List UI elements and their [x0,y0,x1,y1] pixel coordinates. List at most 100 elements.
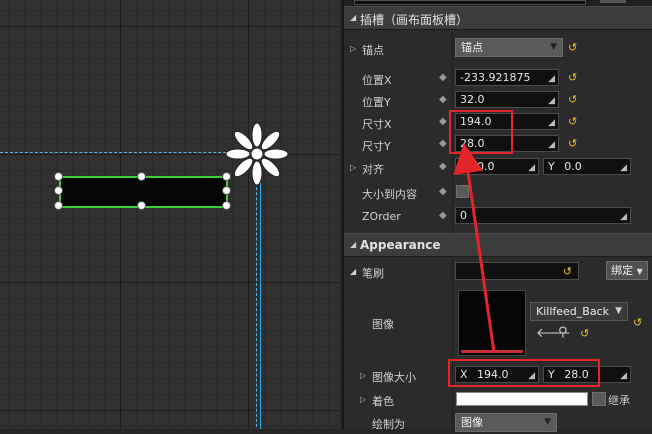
reset-to-default-icon[interactable]: ↺ [633,316,642,329]
drag-corner-icon: ◢ [620,212,627,222]
alignment-x-value: 0.0 [477,160,495,173]
position-y-value: 32.0 [460,93,485,106]
inherit-checkbox[interactable] [592,392,606,406]
resize-handle-top-left[interactable] [54,172,63,181]
draw-as-label: 绘制为 [372,418,405,431]
reset-to-default-icon[interactable]: ↺ [563,264,572,279]
anchors-dropdown[interactable]: 锚点 ▼ [455,38,563,57]
zorder-label: ZOrder [362,210,401,223]
zorder-value: 0 [460,209,467,222]
size-to-content-checkbox[interactable] [456,185,469,198]
zorder-row: ZOrder ◆ 0 ◢ [344,206,652,228]
alignment-y-input[interactable]: Y 0.0 ◢ [543,158,631,175]
alignment-x-letter: X [460,160,468,173]
drag-corner-icon: ◢ [548,74,555,84]
drag-corner-icon: ◢ [528,163,535,173]
binding-diamond-icon[interactable]: ◆ [439,161,447,172]
collapse-triangle-icon: ◢ [350,240,357,249]
drag-corner-icon: ◢ [548,140,555,150]
image-label: 图像 [372,318,394,331]
designer-canvas[interactable] [0,0,340,429]
draw-as-dropdown[interactable]: 图像 ▼ [455,413,557,432]
resize-handle-left[interactable] [54,186,63,195]
reset-to-default-icon[interactable]: ↺ [568,115,577,128]
bind-button-label: 绑定 [611,264,634,277]
image-asset-name: Killfeed_Back [536,305,609,318]
dropdown-arrow-icon: ▼ [615,306,622,316]
size-x-label: 尺寸X [362,118,392,131]
size-to-content-row: 大小到内容 ◆ [344,182,652,204]
appearance-section-header[interactable]: ◢ Appearance [344,233,652,257]
alignment-row: ▷ 对齐 ◆ X 0.0 ◢ Y 0.0 ◢ [344,157,652,179]
draw-as-row: 绘制为 图像 ▼ [344,412,652,434]
binding-diamond-icon[interactable]: ◆ [439,72,447,83]
brush-label: 笔刷 [362,267,384,280]
slot-section-header[interactable]: ◢ 插槽（画布面板槽） [344,6,652,30]
image-size-highlight-box [448,359,600,387]
brush-binding-field[interactable]: ↺ [455,262,579,280]
resize-handle-bottom-left[interactable] [54,201,63,210]
section-title: 插槽（画布面板槽） [360,13,469,27]
anchor-flower-icon[interactable] [224,120,290,188]
dropdown-arrow-icon: ▼ [636,267,643,276]
anchors-label: 锚点 [362,44,384,57]
canvas-border-line [260,182,261,429]
brush-row: ◢ 笔刷 ↺ 绑定 ▼ [344,261,652,283]
layout-guide-horizontal [0,152,256,153]
binding-diamond-icon[interactable]: ◆ [439,210,447,221]
position-x-input[interactable]: -233.921875 ◢ [455,69,559,86]
zorder-input[interactable]: 0 ◢ [455,207,631,224]
size-to-content-label: 大小到内容 [362,188,417,201]
resize-handle-top[interactable] [137,172,146,181]
size-highlight-box [449,110,513,154]
image-asset-picker[interactable]: Killfeed_Back ▼ [530,302,628,321]
reset-to-default-icon[interactable]: ↺ [580,327,589,340]
resize-handle-bottom-right[interactable] [222,201,231,210]
draw-as-value: 图像 [461,416,483,429]
drag-corner-icon: ◢ [620,371,627,381]
anchors-value: 锚点 [461,41,483,54]
reset-to-default-icon[interactable]: ↺ [568,71,577,84]
bind-button[interactable]: 绑定 ▼ [606,261,648,280]
collapse-triangle-icon: ◢ [350,13,357,22]
alignment-x-input[interactable]: X 0.0 ◢ [455,158,539,175]
binding-diamond-icon[interactable]: ◆ [439,116,447,127]
alignment-label: 对齐 [362,163,384,176]
drag-corner-icon: ◢ [548,118,555,128]
dropdown-arrow-icon: ▼ [544,417,551,427]
expand-arrow-icon[interactable]: ▷ [360,395,366,404]
drag-corner-icon: ◢ [620,163,627,173]
binding-diamond-icon[interactable]: ◆ [439,138,447,149]
collapse-triangle-icon[interactable]: ◢ [350,267,356,276]
expand-arrow-icon[interactable]: ▷ [350,163,356,172]
alignment-y-letter: Y [548,160,555,173]
details-panel: ◢ 插槽（画布面板槽） ▷ 锚点 锚点 ▼ ↺ 位置X ◆ -233.92187… [342,0,652,432]
resize-handle-bottom[interactable] [137,201,146,210]
image-size-label: 图像大小 [372,371,416,384]
position-y-row: 位置Y ◆ 32.0 ◢ ↺ [344,90,652,112]
reset-to-default-icon[interactable]: ↺ [568,93,577,106]
position-y-label: 位置Y [362,96,391,109]
alignment-y-value: 0.0 [564,160,582,173]
anchors-row: ▷ 锚点 锚点 ▼ ↺ [344,38,652,60]
position-x-value: -233.921875 [460,71,531,84]
expand-arrow-icon[interactable]: ▷ [350,44,356,53]
size-y-label: 尺寸Y [362,140,391,153]
tint-color-swatch[interactable] [456,392,588,406]
layout-guide-vertical [256,152,257,429]
dropdown-arrow-icon: ▼ [550,42,557,52]
drag-corner-icon: ◢ [548,96,555,106]
reset-to-default-icon[interactable]: ↺ [568,137,577,150]
position-x-row: 位置X ◆ -233.921875 ◢ ↺ [344,68,652,90]
reset-to-default-icon[interactable]: ↺ [568,41,577,54]
browse-search-icon[interactable]: ⚲ [558,325,568,340]
image-thumbnail[interactable] [458,290,526,356]
binding-diamond-icon[interactable]: ◆ [439,186,447,197]
binding-diamond-icon[interactable]: ◆ [439,94,447,105]
position-y-input[interactable]: 32.0 ◢ [455,91,559,108]
position-x-label: 位置X [362,74,392,87]
tint-label: 着色 [372,395,394,408]
inherit-label: 继承 [608,394,630,407]
section-title: Appearance [360,238,441,252]
expand-arrow-icon[interactable]: ▷ [360,371,366,380]
